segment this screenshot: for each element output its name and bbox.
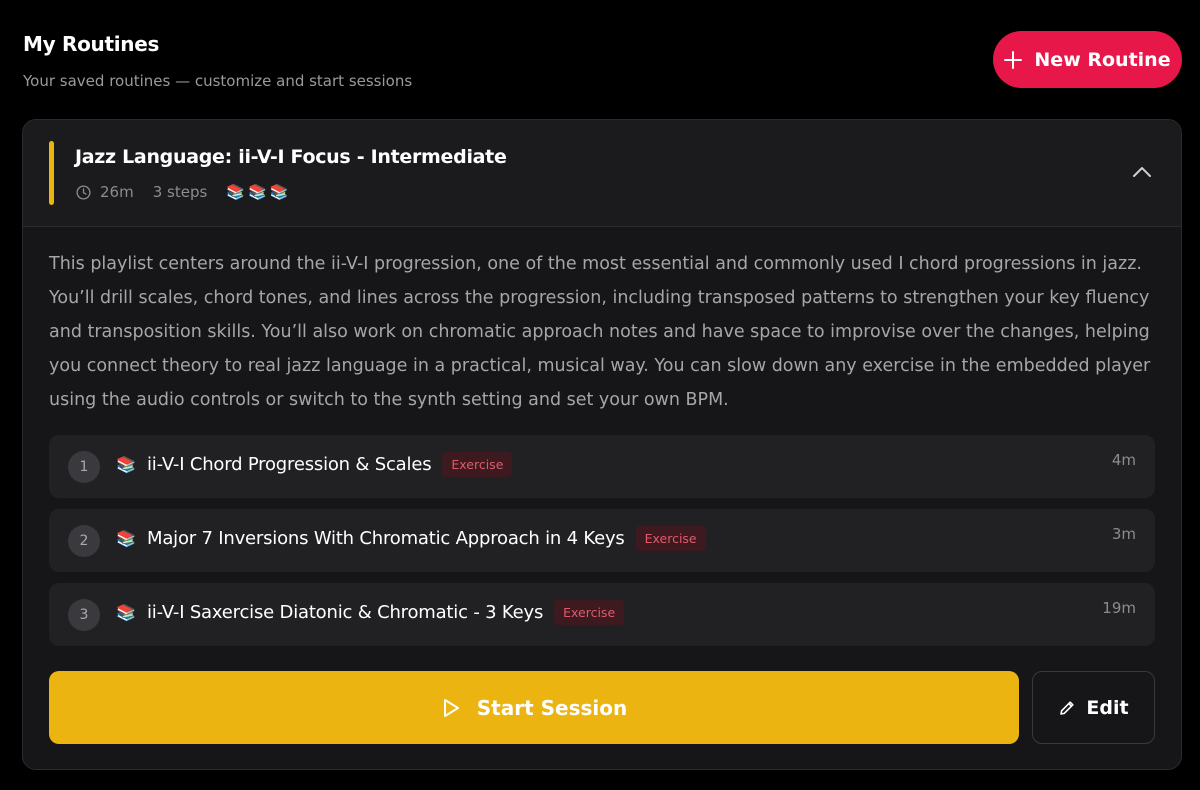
routine-card: Jazz Language: ii-V-I Focus - Intermedia… (22, 119, 1182, 770)
routine-step[interactable]: 3 📚 ii-V-I Saxercise Diatonic & Chromati… (49, 583, 1155, 646)
books-icon: 📚 (116, 603, 136, 622)
page-title: My Routines (23, 32, 160, 56)
routine-title: Jazz Language: ii-V-I Focus - Intermedia… (75, 146, 507, 168)
clock-icon (76, 184, 91, 200)
step-title: ii-V-I Chord Progression & Scales (147, 454, 432, 475)
step-title: Major 7 Inversions With Chromatic Approa… (147, 528, 625, 549)
new-routine-button[interactable]: New Routine (993, 31, 1182, 88)
plus-icon (1004, 50, 1023, 69)
routine-steps-list: 1 📚 ii-V-I Chord Progression & Scales Ex… (49, 435, 1155, 657)
routine-card-header[interactable]: Jazz Language: ii-V-I Focus - Intermedia… (23, 120, 1181, 227)
step-number: 1 (68, 451, 100, 483)
routine-duration: 26m (100, 183, 134, 201)
books-icon: 📚 (116, 529, 136, 548)
page-subtitle: Your saved routines — customize and star… (23, 72, 413, 90)
step-time: 4m (1111, 451, 1136, 469)
routine-steps-count: 3 steps (152, 183, 208, 201)
play-icon (443, 698, 459, 717)
routine-step[interactable]: 1 📚 ii-V-I Chord Progression & Scales Ex… (49, 435, 1155, 498)
books-icon: 📚 (116, 455, 136, 474)
start-session-button[interactable]: Start Session (49, 671, 1019, 744)
step-time: 3m (1111, 525, 1136, 543)
exercise-badge: Exercise (635, 526, 706, 551)
step-title: ii-V-I Saxercise Diatonic & Chromatic - … (147, 602, 544, 623)
pencil-icon (1060, 700, 1075, 715)
exercise-badge: Exercise (442, 452, 513, 477)
chevron-up-icon[interactable] (1130, 164, 1154, 180)
new-routine-label: New Routine (1034, 48, 1171, 71)
difficulty-books-icon: 📚📚📚 (226, 183, 292, 201)
step-number: 3 (68, 599, 100, 631)
step-time: 19m (1102, 599, 1136, 617)
start-session-label: Start Session (476, 695, 628, 720)
routine-step[interactable]: 2 📚 Major 7 Inversions With Chromatic Ap… (49, 509, 1155, 572)
page-header: My Routines Your saved routines — custom… (23, 32, 412, 90)
routine-accent-bar (49, 141, 54, 205)
routine-meta: 26m 3 steps 📚📚📚 (76, 183, 291, 201)
edit-button[interactable]: Edit (1032, 671, 1155, 744)
exercise-badge: Exercise (554, 600, 625, 625)
edit-label: Edit (1086, 696, 1129, 719)
step-number: 2 (68, 525, 100, 557)
routine-description: This playlist centers around the ii-V-I … (49, 254, 1151, 410)
